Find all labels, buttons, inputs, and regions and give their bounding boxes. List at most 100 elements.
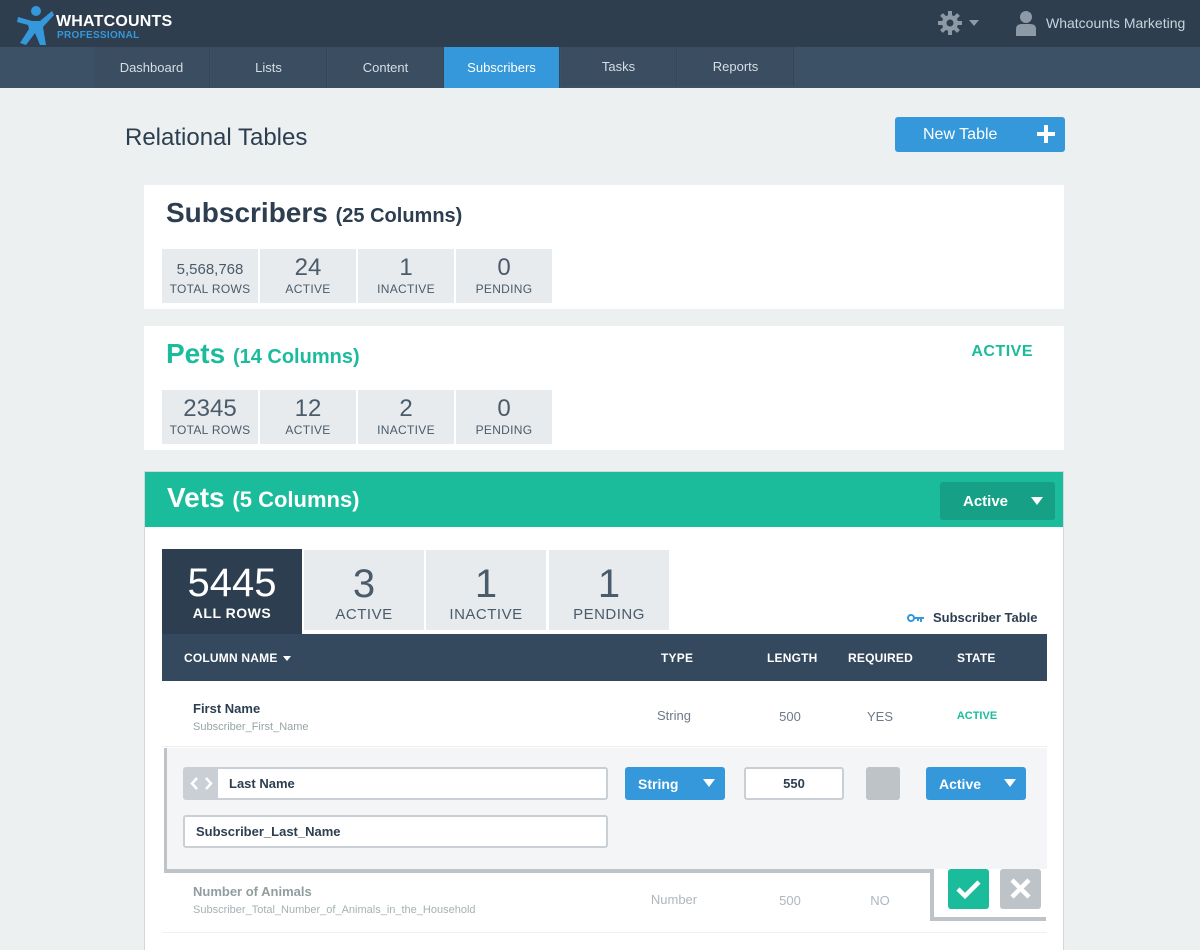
- row-column-name: First Name: [193, 701, 261, 716]
- stat-value: 1: [474, 562, 498, 606]
- stat-active: 12 ACTIVE: [260, 390, 356, 444]
- stat-label: TOTAL ROWS: [169, 282, 251, 296]
- new-table-label: New Table: [923, 125, 998, 143]
- stat-active: 24 ACTIVE: [260, 249, 356, 303]
- key-legend-label: Subscriber Table: [933, 610, 1038, 625]
- table-row[interactable]: First Name Subscriber_First_Name String …: [162, 681, 1047, 747]
- stat-inactive: 1 INACTIVE: [358, 249, 454, 303]
- table-stats: 5,568,768 TOTAL ROWS 24 ACTIVE 1 INACTIV…: [162, 249, 552, 303]
- stat-inactive: 2 INACTIVE: [358, 390, 454, 444]
- settings-menu[interactable]: [937, 10, 983, 36]
- table-name: Vets: [167, 482, 225, 513]
- header-state: STATE: [957, 651, 996, 665]
- type-select[interactable]: String: [625, 767, 725, 800]
- stat-value: 1: [399, 254, 413, 281]
- stat-value: 2345: [183, 395, 237, 422]
- stat-label: INACTIVE: [377, 423, 435, 437]
- stat-total-rows: 2345 TOTAL ROWS: [162, 390, 258, 444]
- table-card-pets[interactable]: Pets (14 Columns) ACTIVE 2345 TOTAL ROWS…: [144, 326, 1064, 450]
- key-icon: [907, 613, 924, 622]
- tab-content[interactable]: Content: [328, 47, 444, 88]
- user-menu[interactable]: Whatcounts Marketing: [1014, 8, 1185, 38]
- row-length: 500: [779, 893, 801, 908]
- row-required: NO: [870, 893, 890, 908]
- new-table-button[interactable]: New Table: [895, 117, 1065, 152]
- page-title: Relational Tables: [125, 124, 308, 151]
- tab-lists[interactable]: Lists: [211, 47, 327, 88]
- header-length: LENGTH: [767, 651, 818, 665]
- vets-header: Vets (5 Columns) Active: [145, 472, 1063, 527]
- chevron-down-icon: [1004, 779, 1016, 787]
- table-card-vets: Vets (5 Columns) Active 5445 ALL ROWS 3 …: [144, 471, 1064, 950]
- stat-label: PENDING: [475, 282, 533, 296]
- header-required: REQUIRED: [848, 651, 913, 665]
- table-card-subscribers[interactable]: Subscribers (25 Columns) 5,568,768 TOTAL…: [144, 185, 1064, 309]
- header-label: COLUMN NAME: [184, 651, 278, 665]
- stat-label: PENDING: [475, 423, 533, 437]
- stat-value: 2: [399, 395, 413, 422]
- tab-dashboard[interactable]: Dashboard: [94, 47, 210, 88]
- stat-value: 12: [294, 395, 322, 422]
- stat-label: ACTIVE: [335, 606, 393, 623]
- stat-all-rows[interactable]: 5445 ALL ROWS: [162, 549, 302, 635]
- tab-subscribers[interactable]: Subscribers: [444, 47, 560, 88]
- user-icon: [1016, 11, 1036, 36]
- row-type: Number: [650, 892, 698, 907]
- chevron-down-icon: [969, 20, 979, 26]
- stat-label: ACTIVE: [285, 423, 331, 437]
- required-toggle[interactable]: [866, 767, 900, 800]
- table-row[interactable]: Number of Animals Subscriber_Total_Numbe…: [162, 873, 1047, 933]
- sort-caret-icon: [282, 656, 291, 662]
- stat-label: ACTIVE: [285, 282, 331, 296]
- table-title: Subscribers (25 Columns): [166, 197, 462, 229]
- length-input[interactable]: 550: [744, 767, 844, 800]
- chevron-down-icon: [703, 779, 715, 787]
- stat-pending[interactable]: 1 PENDING: [549, 550, 669, 630]
- code-icon[interactable]: [185, 769, 218, 798]
- column-name-value: Last Name: [229, 776, 295, 791]
- top-bar: WHATCOUNTS PROFESSIONAL Whatcounts Marke…: [0, 0, 1200, 47]
- stat-value: 0: [497, 395, 511, 422]
- table-state: ACTIVE: [971, 343, 1033, 360]
- edit-row: Last Name Subscriber_Last_Name String 55…: [164, 748, 1047, 869]
- logo-wordmark: WHATCOUNTS: [56, 13, 173, 30]
- tab-reports[interactable]: Reports: [678, 47, 794, 86]
- stat-inactive[interactable]: 1 INACTIVE: [426, 550, 546, 630]
- stat-label: INACTIVE: [377, 282, 435, 296]
- plus-icon: [1037, 125, 1055, 143]
- stat-value: 5445: [187, 561, 277, 605]
- stat-value: 0: [497, 254, 511, 281]
- state-select[interactable]: Active: [926, 767, 1026, 800]
- table-state-select[interactable]: Active: [940, 482, 1055, 520]
- stat-total-rows: 5,568,768 TOTAL ROWS: [162, 249, 258, 303]
- field-name-input[interactable]: Subscriber_Last_Name: [183, 815, 608, 848]
- row-length: 500: [779, 709, 801, 724]
- stat-pending: 0 PENDING: [456, 390, 552, 444]
- table-header: COLUMN NAME TYPE LENGTH REQUIRED STATE: [162, 634, 1047, 681]
- tab-tasks[interactable]: Tasks: [561, 47, 677, 86]
- row-required: YES: [866, 709, 893, 724]
- type-select-value: String: [638, 775, 679, 792]
- user-name: Whatcounts Marketing: [1046, 15, 1186, 31]
- chevron-down-icon: [1031, 497, 1043, 505]
- header-type: TYPE: [661, 651, 694, 665]
- row-state: ACTIVE: [956, 710, 998, 722]
- brand-logo[interactable]: WHATCOUNTS PROFESSIONAL: [16, 5, 186, 45]
- table-column-count: (14 Columns): [232, 346, 360, 368]
- row-field-name: Subscriber_First_Name: [193, 721, 309, 733]
- stat-pending: 0 PENDING: [456, 249, 552, 303]
- stat-value: 1: [597, 562, 621, 606]
- header-column-name[interactable]: COLUMN NAME: [184, 651, 291, 665]
- table-name: Subscribers: [166, 197, 328, 228]
- gear-icon: [938, 11, 979, 35]
- logo-figure-icon: [17, 6, 54, 45]
- column-name-input[interactable]: Last Name: [183, 767, 608, 800]
- main-nav: Dashboard Lists Content Subscribers Task…: [0, 47, 1200, 88]
- stat-active[interactable]: 3 ACTIVE: [304, 550, 424, 630]
- table-column-count: (5 Columns): [232, 487, 360, 512]
- table-stats: 2345 TOTAL ROWS 12 ACTIVE 2 INACTIVE 0 P…: [162, 390, 552, 444]
- row-type: String: [657, 708, 691, 723]
- stat-value: 5,568,768: [176, 261, 244, 278]
- stat-label: ALL ROWS: [192, 605, 272, 621]
- state-select-value: Active: [939, 775, 982, 792]
